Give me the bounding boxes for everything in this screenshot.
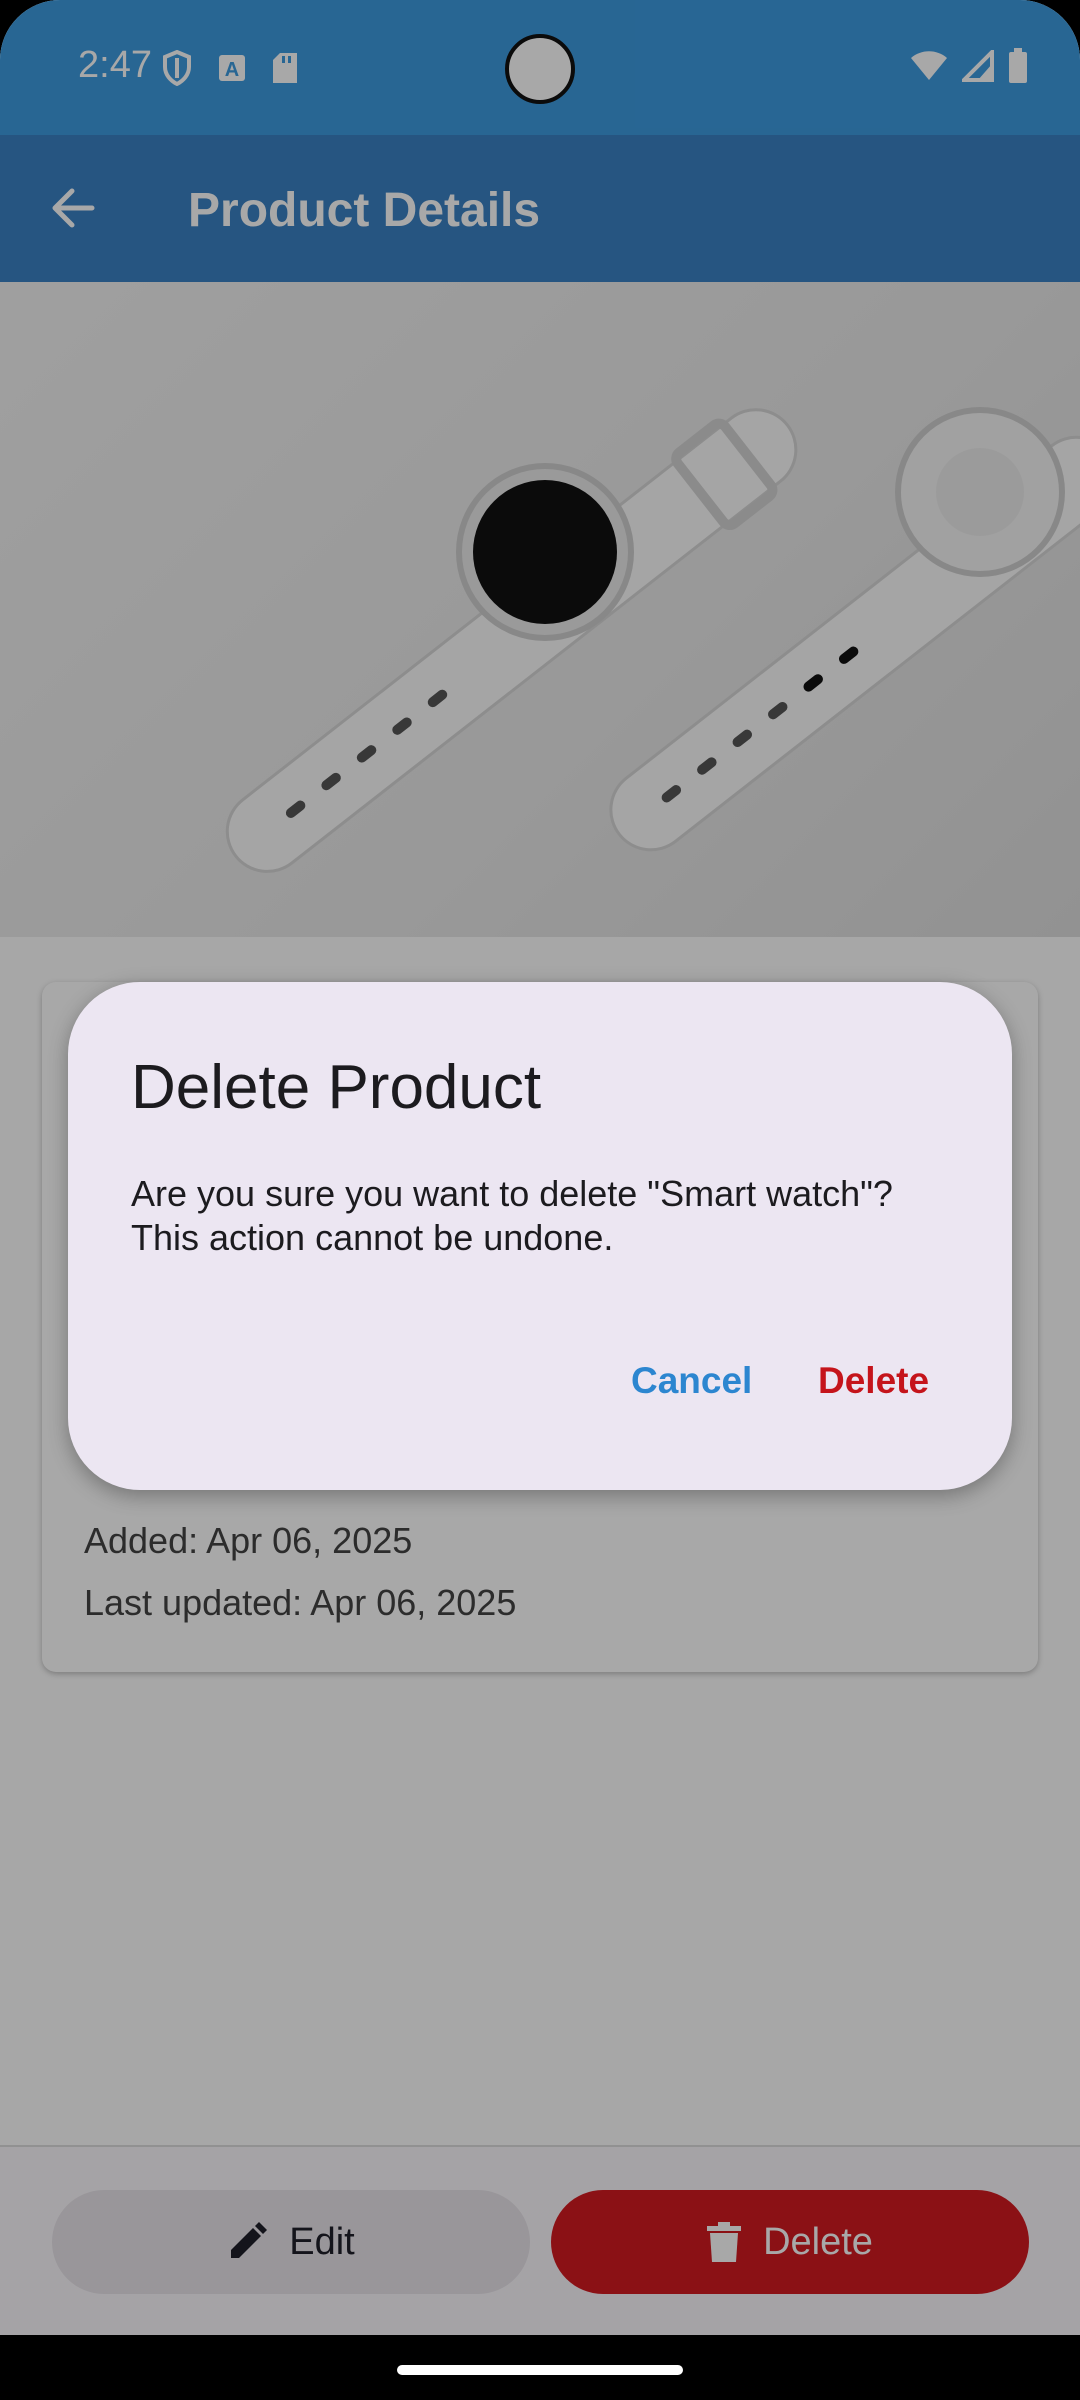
dialog-message: Are you sure you want to delete "Smart w… <box>131 1172 971 1260</box>
dialog-cancel-button[interactable]: Cancel <box>621 1352 762 1410</box>
screen: 2:47 A Product Details Added: Apr 06, 20… <box>0 0 1080 2400</box>
dialog-message-line-2: This action cannot be undone. <box>131 1217 614 1258</box>
system-nav-bar <box>0 2335 1080 2400</box>
dialog-title: Delete Product <box>131 1053 542 1122</box>
dialog-message-line-1: Are you sure you want to delete "Smart w… <box>131 1173 893 1214</box>
dialog-delete-button[interactable]: Delete <box>808 1352 939 1410</box>
delete-confirmation-dialog: Delete Product Are you sure you want to … <box>68 982 1012 1490</box>
home-gesture-handle[interactable] <box>397 2365 683 2375</box>
